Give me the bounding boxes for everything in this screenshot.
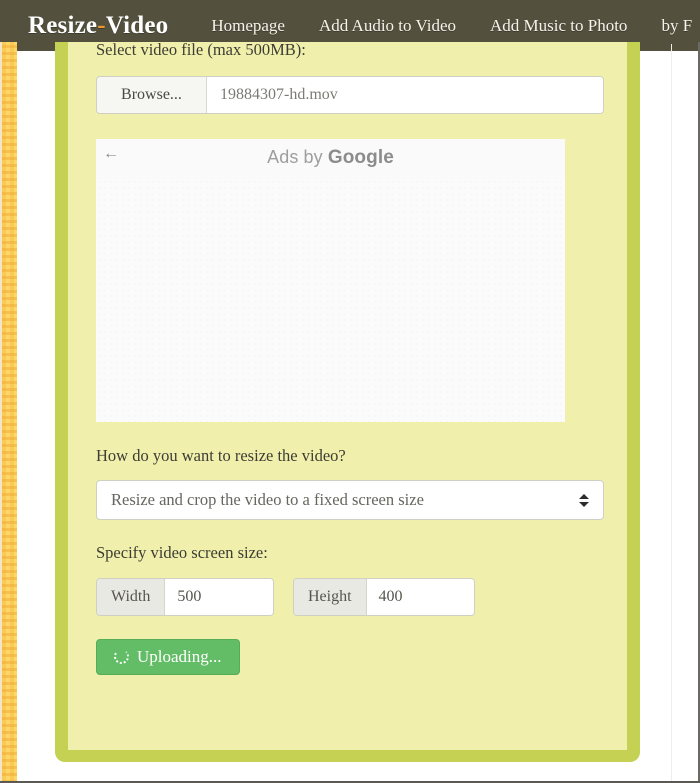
size-inputs-row: Width 500 Height 400 <box>96 577 616 616</box>
selected-file-name: 19884307-hd.mov <box>207 76 603 113</box>
page-right-rule <box>671 44 672 781</box>
google-wordmark: Google <box>327 146 394 168</box>
nav-item-add-audio-to-video[interactable]: Add Audio to Video <box>319 16 456 36</box>
ad-content-area <box>96 178 565 422</box>
height-input-group[interactable]: Height 400 <box>293 577 475 616</box>
logo-text-prefix: Resize <box>28 11 98 39</box>
google-ad-slot[interactable]: ← Ads by Google <box>96 138 565 422</box>
width-input-group[interactable]: Width 500 <box>96 577 274 616</box>
height-input[interactable]: 400 <box>366 578 474 615</box>
resize-mode-select[interactable]: Resize and crop the video to a fixed scr… <box>96 480 604 520</box>
site-logo[interactable]: Resize - Video <box>28 12 168 40</box>
logo-text-suffix: Video <box>105 11 169 39</box>
resize-mode-selected-value: Resize and crop the video to a fixed scr… <box>111 490 424 509</box>
nav-item-by-f[interactable]: by F <box>661 16 692 36</box>
width-input[interactable]: 500 <box>165 578 273 615</box>
nav-item-homepage[interactable]: Homepage <box>211 16 285 36</box>
chevron-updown-icon <box>579 492 589 508</box>
page-root: Resize - Video Homepage Add Audio to Video… <box>0 0 700 783</box>
ads-by-google-label: Ads by Google <box>96 147 565 169</box>
spinner-icon <box>114 649 129 664</box>
resize-question-label: How do you want to resize the video? <box>96 445 346 465</box>
resize-form: Select video file (max 500MB): Browse...… <box>96 40 616 675</box>
file-input-group[interactable]: Browse... 19884307-hd.mov <box>96 75 604 114</box>
width-addon-label: Width <box>97 578 166 615</box>
nav-links: Homepage Add Audio to Video Add Music to… <box>211 16 692 36</box>
upload-button[interactable]: Uploading... <box>96 638 240 675</box>
browse-button[interactable]: Browse... <box>97 76 207 113</box>
nav-item-add-music-to-photo[interactable]: Add Music to Photo <box>490 16 627 36</box>
submit-row: Uploading... <box>96 638 616 675</box>
left-decorative-strip <box>2 42 17 783</box>
file-label: Select video file (max 500MB): <box>96 40 306 59</box>
screen-size-label: Specify video screen size: <box>96 543 268 562</box>
upload-button-label: Uploading... <box>137 646 222 666</box>
ads-by-text: Ads by <box>267 146 328 167</box>
height-addon-label: Height <box>294 578 367 615</box>
logo-dash: - <box>97 11 106 39</box>
